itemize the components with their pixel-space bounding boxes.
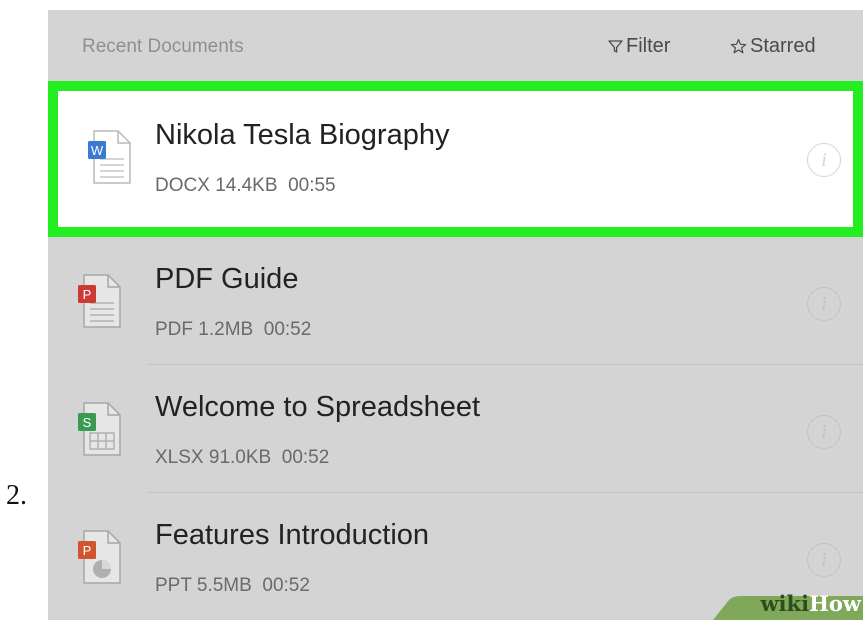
document-time: 00:55 [288,175,336,196]
presentation-document-icon: P [78,530,121,584]
starred-label: Starred [750,35,816,57]
document-time: 00:52 [281,447,330,468]
document-time: 00:52 [262,575,310,596]
document-row-welcome-to-spreadsheet[interactable]: S Welcome to Spreadsheet XLSX 91.0KB 00:… [48,365,863,503]
spreadsheet-document-icon: S [78,402,121,456]
badge-letter: P [83,543,92,558]
document-type: DOCX [155,175,210,196]
document-meta: XLSX 91.0KB 00:52 [155,447,329,469]
watermark-text: wikiHow [760,591,861,616]
document-type: PPT [155,575,192,596]
pdf-document-icon: P [78,274,121,328]
starred-button[interactable]: Starred [730,35,816,58]
document-type: PDF [155,319,193,340]
section-title: Recent Documents [82,36,244,57]
list-header: Recent Documents Filter Starred [48,10,863,80]
document-meta: PPT 5.5MB 00:52 [155,575,310,597]
document-type: XLSX [155,447,204,468]
info-icon[interactable]: i [807,543,841,577]
document-size: 14.4KB [215,175,278,196]
wikihow-watermark: wikiHow [713,586,863,620]
info-icon[interactable]: i [807,143,841,177]
document-size: 91.0KB [208,447,272,468]
document-time: 00:52 [263,319,312,340]
document-meta: DOCX 14.4KB 00:55 [155,175,336,197]
badge-letter: S [83,415,92,430]
document-meta: PDF 1.2MB 00:52 [155,319,311,341]
document-title: Features Introduction [155,519,430,551]
document-title: Welcome to Spreadsheet [155,391,481,423]
star-outline-icon [730,38,747,54]
filter-funnel-icon [608,40,623,53]
document-title: Nikola Tesla Biography [155,119,450,151]
word-document-icon: W [88,130,131,184]
document-row-nikola-tesla-biography[interactable]: W Nikola Tesla Biography DOCX 14.4KB 00:… [48,81,863,237]
filter-button[interactable]: Filter [608,35,670,58]
document-title: PDF Guide [155,263,299,295]
filter-label: Filter [626,35,671,57]
document-size: 1.2MB [198,319,254,340]
document-row-pdf-guide[interactable]: P PDF Guide PDF 1.2MB 00:52 i [48,237,863,375]
document-list-screen: Recent Documents Filter Starred W Nikola… [48,10,863,620]
document-size: 5.5MB [196,575,252,596]
watermark-wiki: wiki [760,591,810,616]
watermark-how: How [809,591,861,616]
info-icon[interactable]: i [807,287,841,321]
step-number: 2. [6,480,27,511]
info-icon[interactable]: i [807,415,841,449]
badge-letter: P [83,287,92,302]
badge-letter: W [91,143,104,158]
